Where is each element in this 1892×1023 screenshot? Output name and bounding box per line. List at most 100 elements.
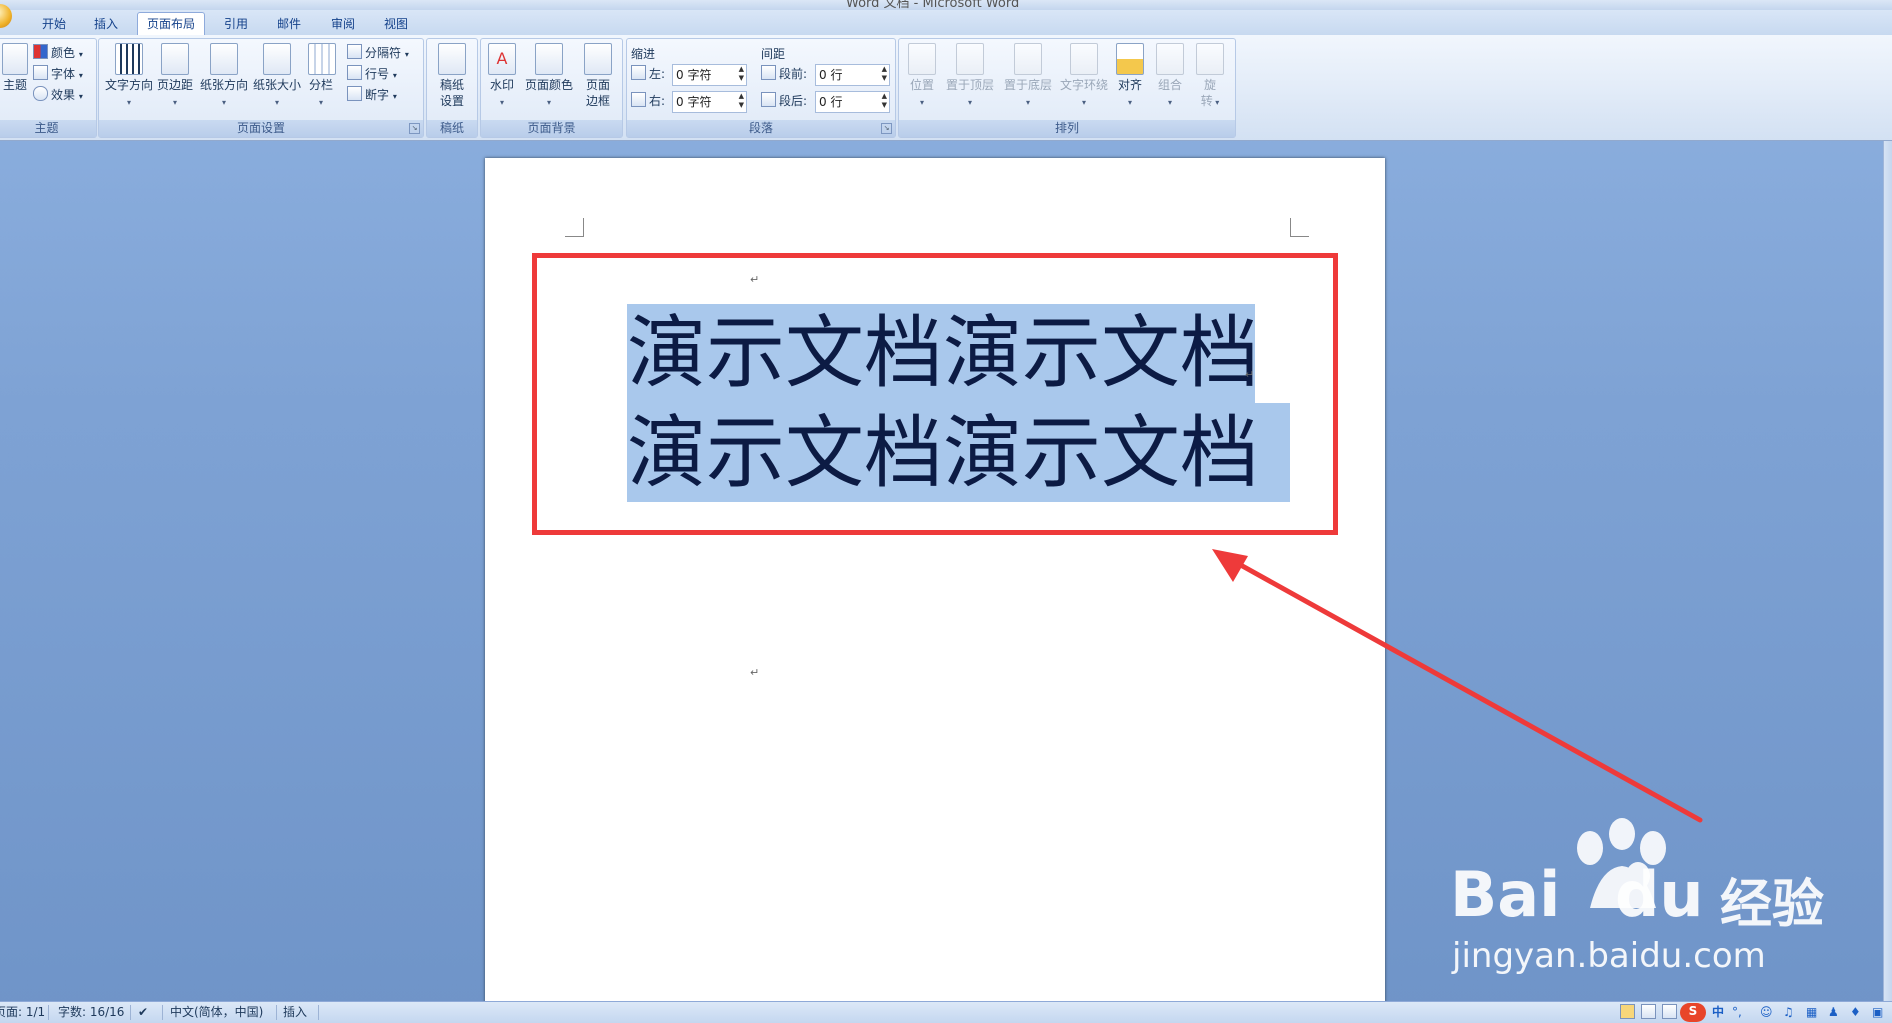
status-separator: [318, 1005, 319, 1020]
page-borders-label-2: 边框: [585, 94, 610, 108]
tab-home[interactable]: 开始: [33, 14, 75, 34]
user-icon[interactable]: ♟: [1828, 1004, 1839, 1021]
full-screen-view-icon[interactable]: [1641, 1004, 1656, 1019]
margins-icon: [161, 43, 189, 75]
group-themes: 主题 颜色 ▾ 字体 ▾ 效果 ▾ 主题: [0, 38, 97, 138]
crop-mark-top-right: [1290, 218, 1309, 237]
tab-insert[interactable]: 插入: [85, 14, 127, 34]
page-count[interactable]: 页面: 1/1: [0, 1004, 45, 1021]
rotate-icon: [1196, 43, 1224, 75]
print-layout-view-icon[interactable]: [1620, 1004, 1635, 1019]
theme-colors-label: 颜色: [51, 46, 76, 60]
margins-label: 页边距: [156, 78, 193, 92]
status-bar: 页面: 1/1 字数: 16/16 ✔ 中文(简体，中国) 插入 S 中 °, …: [0, 1001, 1892, 1023]
hyphenation-button[interactable]: 断字 ▾: [347, 85, 397, 105]
group-draft-paper: 稿纸 设置 稿纸: [426, 38, 478, 138]
hyphenation-icon: [347, 86, 362, 101]
position-button[interactable]: 位置 ▾: [905, 43, 939, 111]
tab-view[interactable]: 视图: [375, 14, 417, 34]
annotation-arrow: [1212, 549, 1703, 823]
hyphenation-label: 断字: [365, 88, 390, 102]
line-numbers-label: 行号: [365, 67, 390, 81]
page-color-button[interactable]: 页面颜色 ▾: [523, 43, 575, 111]
tab-references[interactable]: 引用: [215, 14, 257, 34]
spacing-after-input[interactable]: 0 行 ▲ ▼: [815, 91, 890, 113]
tab-mailings[interactable]: 邮件: [268, 14, 310, 34]
proofing-icon[interactable]: ✔: [138, 1004, 148, 1021]
group-page-setup: 文字方向 ▾ 页边距 ▾ 纸张方向 ▾ 纸张大小 ▾ 分栏 ▾ 分隔符 ▾ 行号 ▾ 断字…: [98, 38, 424, 138]
baidu-brand-a: Bai: [1450, 858, 1561, 931]
group-paragraph: 缩进 间距 左: 0 字符 ▲ ▼ 右: 0 字符 ▲ ▼ 段前: 0 行 ▲ ▼ 段后: …: [626, 38, 896, 138]
skin-icon[interactable]: ♦: [1850, 1004, 1861, 1021]
size-button[interactable]: 纸张大小 ▾: [252, 43, 302, 111]
text-wrap-button[interactable]: 文字环绕 ▾: [1057, 43, 1111, 111]
margins-button[interactable]: 页边距 ▾: [156, 43, 194, 111]
columns-button[interactable]: 分栏 ▾: [308, 43, 336, 111]
spacing-before-input[interactable]: 0 行 ▲ ▼: [815, 64, 890, 86]
word-count[interactable]: 字数: 16/16: [58, 1004, 124, 1021]
jingyan-product: 经验: [1720, 875, 1825, 935]
emoji-icon[interactable]: ☺: [1760, 1004, 1773, 1021]
orientation-button[interactable]: 纸张方向 ▾: [199, 43, 249, 111]
sogou-ime-icon[interactable]: S: [1680, 1003, 1706, 1022]
tab-review[interactable]: 审阅: [322, 14, 364, 34]
page-borders-button[interactable]: 页面 边框: [582, 43, 614, 109]
indent-right-icon: [631, 92, 646, 107]
indent-right-spinner[interactable]: ▲ ▼: [739, 92, 744, 110]
draft-paper-icon: [438, 43, 466, 75]
columns-icon: [308, 43, 336, 75]
toolbox-icon[interactable]: ▣: [1872, 1004, 1883, 1021]
breaks-label: 分隔符: [365, 46, 402, 60]
punctuation-mode[interactable]: °,: [1732, 1004, 1742, 1021]
web-layout-view-icon[interactable]: [1662, 1004, 1677, 1019]
effects-icon: [33, 86, 48, 101]
group-label-page-setup: 页面设置: [99, 120, 423, 137]
themes-icon: [2, 43, 28, 75]
theme-effects-button[interactable]: 效果 ▾: [33, 85, 83, 105]
line-numbers-button[interactable]: 行号 ▾: [347, 64, 397, 84]
language-indicator[interactable]: 中文(简体，中国): [170, 1004, 263, 1021]
watermark-label: 水印: [489, 78, 514, 92]
themes-button[interactable]: 主题: [1, 43, 29, 93]
draft-settings-button[interactable]: 稿纸 设置: [435, 43, 469, 109]
group-objects-button[interactable]: 组合 ▾: [1153, 43, 1187, 111]
paragraph-launcher[interactable]: ↘: [881, 123, 892, 134]
orientation-icon: [210, 43, 238, 75]
align-button[interactable]: 对齐 ▾: [1113, 43, 1147, 111]
indent-right-label: 右:: [631, 91, 665, 111]
send-to-back-button[interactable]: 置于底层 ▾: [1001, 43, 1055, 111]
spacing-heading: 间距: [761, 47, 786, 61]
paragraph-mark: ↵: [750, 666, 760, 679]
text-direction-icon: [115, 43, 143, 75]
bring-to-front-button[interactable]: 置于顶层 ▾: [943, 43, 997, 111]
themes-label: 主题: [2, 78, 27, 92]
insert-mode[interactable]: 插入: [283, 1004, 307, 1021]
page-borders-icon: [584, 43, 612, 75]
align-icon: [1116, 43, 1144, 75]
page-setup-launcher[interactable]: ↘: [409, 123, 420, 134]
view-buttons: [1620, 1004, 1680, 1021]
theme-fonts-button[interactable]: 字体 ▾: [33, 64, 83, 84]
text-direction-button[interactable]: 文字方向 ▾: [104, 43, 154, 111]
indent-right-input[interactable]: 0 字符 ▲ ▼: [672, 91, 747, 113]
rotate-button[interactable]: 旋 转 ▾: [1193, 43, 1227, 111]
baidu-jingyan-watermark: Bai du 经验 jingyan.baidu.com: [1450, 818, 1892, 998]
baidu-brand-b: du: [1615, 858, 1704, 931]
tab-page-layout[interactable]: 页面布局: [137, 12, 206, 36]
watermark-icon: A: [488, 43, 516, 75]
keyboard-icon[interactable]: ▦: [1806, 1004, 1817, 1021]
watermark-button[interactable]: A 水印 ▾: [487, 43, 517, 111]
theme-colors-button[interactable]: 颜色 ▾: [33, 43, 83, 63]
ime-mode[interactable]: 中: [1712, 1004, 1724, 1021]
palette-icon: [33, 44, 48, 59]
indent-left-spinner[interactable]: ▲ ▼: [739, 65, 744, 83]
indent-left-input[interactable]: 0 字符 ▲ ▼: [672, 64, 747, 86]
spacing-after-spinner[interactable]: ▲ ▼: [882, 92, 887, 110]
theme-effects-label: 效果: [51, 88, 76, 102]
spacing-before-spinner[interactable]: ▲ ▼: [882, 65, 887, 83]
group-label-themes: 主题: [0, 120, 96, 137]
microphone-icon[interactable]: ♫: [1783, 1004, 1794, 1021]
ribbon-tab-bar: 开始 插入 页面布局 引用 邮件 审阅 视图: [0, 4, 1892, 36]
font-icon: [33, 65, 48, 80]
breaks-button[interactable]: 分隔符 ▾: [347, 43, 409, 63]
